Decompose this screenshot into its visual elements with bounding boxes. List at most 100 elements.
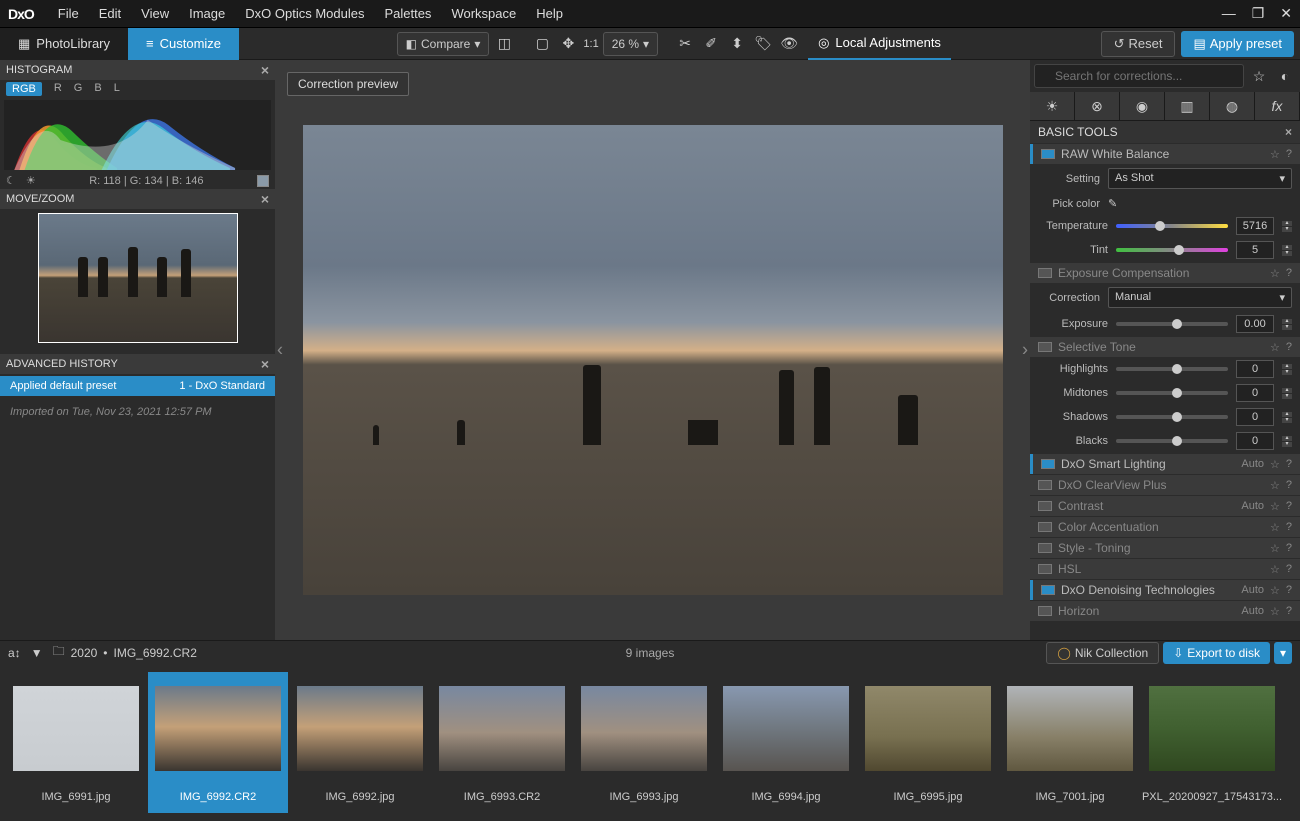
histo-tab-l[interactable]: L — [114, 82, 120, 96]
horizon-icon[interactable]: ⬍ — [726, 33, 748, 55]
temperature-value[interactable]: 5716 — [1236, 217, 1274, 235]
help-icon[interactable]: ? — [1286, 500, 1292, 513]
temperature-spinner[interactable]: ▴▾ — [1282, 221, 1292, 232]
menu-image[interactable]: Image — [179, 6, 235, 21]
histo-tab-rgb[interactable]: RGB — [6, 82, 42, 96]
eyedropper-icon[interactable]: ✎ — [1108, 197, 1117, 210]
star-icon[interactable]: ☆ — [1270, 458, 1280, 471]
thumbnail[interactable]: IMG_6992.CR2 — [148, 672, 288, 813]
exposure-slider[interactable] — [1116, 322, 1228, 326]
star-icon[interactable]: ☆ — [1270, 584, 1280, 597]
tint-slider[interactable] — [1116, 248, 1228, 252]
side-by-side-icon[interactable]: ◫ — [493, 33, 515, 55]
contrast-toggle[interactable] — [1038, 501, 1052, 511]
blacks-spinner[interactable]: ▴▾ — [1282, 436, 1292, 447]
tab-localadj[interactable]: ◍ — [1210, 92, 1255, 120]
movezoom-close-icon[interactable]: × — [261, 191, 269, 207]
clearview-toggle[interactable] — [1038, 480, 1052, 490]
menu-help[interactable]: Help — [526, 6, 573, 21]
raw-wb-section[interactable]: RAW White Balance ☆? — [1030, 144, 1300, 164]
hsl-toggle[interactable] — [1038, 564, 1052, 574]
star-icon[interactable]: ☆ — [1270, 500, 1280, 513]
blacks-value[interactable]: 0 — [1236, 432, 1274, 450]
help-icon[interactable]: ? — [1286, 605, 1292, 618]
export-button[interactable]: ⇩Export to disk — [1163, 642, 1270, 664]
tab-fx[interactable]: fx — [1255, 92, 1300, 120]
exposure-comp-section[interactable]: Exposure Compensation ☆? — [1030, 263, 1300, 283]
close-icon[interactable]: ✕ — [1280, 5, 1292, 22]
tab-color[interactable]: ⊗ — [1075, 92, 1120, 120]
highlights-value[interactable]: 0 — [1236, 360, 1274, 378]
denoise-toggle[interactable] — [1041, 585, 1055, 595]
tab-photolibrary[interactable]: ▦ PhotoLibrary — [0, 28, 128, 60]
tint-value[interactable]: 5 — [1236, 241, 1274, 259]
eye-icon[interactable]: 👁 — [778, 33, 800, 55]
denoise-section[interactable]: DxO Denoising TechnologiesAuto☆? — [1030, 580, 1300, 600]
thumbnail[interactable]: PXL_20200927_17543173... — [1142, 672, 1282, 813]
help-icon[interactable]: ? — [1286, 563, 1292, 576]
horizon-toggle[interactable] — [1038, 606, 1052, 616]
menu-palettes[interactable]: Palettes — [374, 6, 441, 21]
tab-customize[interactable]: ≡ Customize — [128, 28, 239, 60]
thumbnail[interactable]: IMG_6992.jpg — [290, 672, 430, 813]
export-dropdown[interactable]: ▾ — [1274, 642, 1292, 664]
highlights-spinner[interactable]: ▴▾ — [1282, 364, 1292, 375]
basic-tools-close-icon[interactable]: × — [1285, 125, 1292, 139]
tab-geometry[interactable]: ▥ — [1165, 92, 1210, 120]
menu-file[interactable]: File — [48, 6, 89, 21]
thumbnail[interactable]: IMG_6994.jpg — [716, 672, 856, 813]
menu-workspace[interactable]: Workspace — [441, 6, 526, 21]
menu-optics[interactable]: DxO Optics Modules — [235, 6, 374, 21]
temperature-slider[interactable] — [1116, 224, 1228, 228]
toggle-icon[interactable]: ◐ — [1274, 65, 1296, 87]
compare-button[interactable]: ◧ Compare ▾ — [397, 32, 490, 56]
tab-light[interactable]: ☀ — [1030, 92, 1075, 120]
exposure-spinner[interactable]: ▴▾ — [1282, 319, 1292, 330]
color-accentuation-section[interactable]: Color Accentuation☆? — [1030, 517, 1300, 537]
style-toning-toggle[interactable] — [1038, 543, 1052, 553]
tag-icon[interactable]: 🏷 — [752, 33, 774, 55]
star-icon[interactable]: ☆ — [1270, 542, 1280, 555]
nik-collection-button[interactable]: ◯Nik Collection — [1046, 642, 1159, 664]
zoom-select[interactable]: 26 % ▾ — [603, 32, 658, 56]
raw-wb-toggle[interactable] — [1041, 149, 1055, 159]
image-canvas[interactable] — [303, 125, 1003, 595]
search-input[interactable] — [1034, 64, 1244, 88]
history-close-icon[interactable]: × — [261, 356, 269, 372]
smart-lighting-section[interactable]: DxO Smart LightingAuto☆? — [1030, 454, 1300, 474]
contrast-section[interactable]: ContrastAuto☆? — [1030, 496, 1300, 516]
breadcrumb[interactable]: 🗀 2020 • IMG_6992.CR2 — [53, 642, 197, 663]
shadows-spinner[interactable]: ▴▾ — [1282, 412, 1292, 423]
midtones-value[interactable]: 0 — [1236, 384, 1274, 402]
help-icon[interactable]: ? — [1286, 148, 1292, 161]
crop-icon[interactable]: ✂ — [674, 33, 696, 55]
star-icon[interactable]: ☆ — [1270, 479, 1280, 492]
midtones-slider[interactable] — [1116, 391, 1228, 395]
shadows-slider[interactable] — [1116, 415, 1228, 419]
reset-button[interactable]: ↺ Reset — [1101, 31, 1176, 57]
highlights-slider[interactable] — [1116, 367, 1228, 371]
star-icon[interactable]: ☆ — [1270, 521, 1280, 534]
histo-tab-b[interactable]: B — [94, 82, 101, 96]
style-toning-section[interactable]: Style - Toning☆? — [1030, 538, 1300, 558]
minimize-icon[interactable]: — — [1222, 5, 1236, 22]
thumbnail[interactable]: IMG_6995.jpg — [858, 672, 998, 813]
color-accentuation-toggle[interactable] — [1038, 522, 1052, 532]
star-icon[interactable]: ☆ — [1270, 341, 1280, 354]
selective-tone-section[interactable]: Selective Tone ☆? — [1030, 337, 1300, 357]
tint-spinner[interactable]: ▴▾ — [1282, 245, 1292, 256]
star-icon[interactable]: ☆ — [1270, 148, 1280, 161]
menu-view[interactable]: View — [131, 6, 179, 21]
correction-select[interactable]: Manual▾ — [1108, 287, 1292, 308]
help-icon[interactable]: ? — [1286, 479, 1292, 492]
selective-tone-toggle[interactable] — [1038, 342, 1052, 352]
thumbnail[interactable]: IMG_6993.jpg — [574, 672, 714, 813]
ratio-1to1[interactable]: 1:1 — [583, 33, 598, 55]
tab-detail[interactable]: ◉ — [1120, 92, 1165, 120]
star-icon[interactable]: ☆ — [1270, 267, 1280, 280]
exposure-comp-toggle[interactable] — [1038, 268, 1052, 278]
histo-tab-r[interactable]: R — [54, 82, 62, 96]
menu-edit[interactable]: Edit — [89, 6, 131, 21]
help-icon[interactable]: ? — [1286, 341, 1292, 354]
thumbnail[interactable]: IMG_7001.jpg — [1000, 672, 1140, 813]
